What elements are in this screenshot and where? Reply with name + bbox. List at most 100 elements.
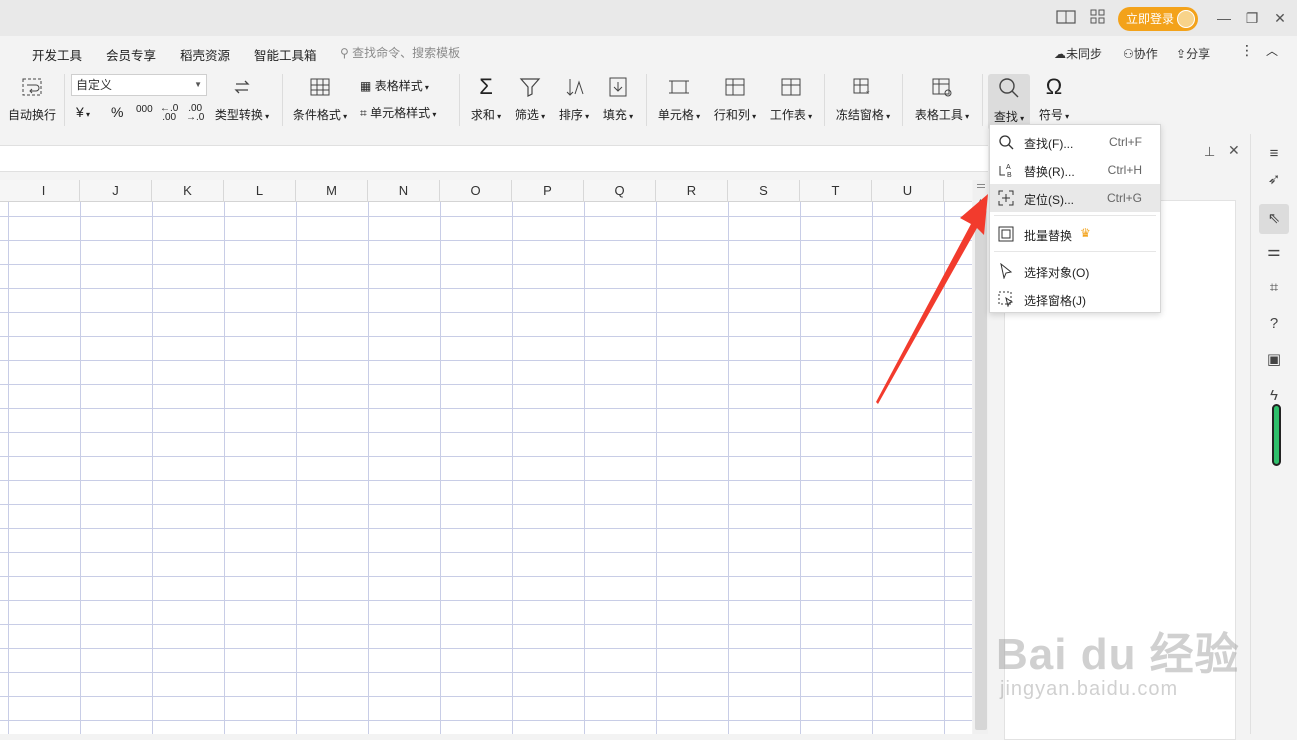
spreadsheet-grid[interactable]: I J K L M N O P Q R S T U <box>0 180 972 734</box>
column-header[interactable]: N <box>368 180 440 202</box>
table-tools-button[interactable]: 表格工具 ▾ <box>910 76 974 123</box>
collapse-ribbon-icon[interactable]: ︿ <box>1266 42 1278 59</box>
worksheet-icon <box>781 78 801 96</box>
close-pane-icon[interactable]: ✕ <box>1228 142 1240 159</box>
help-icon[interactable]: ? <box>1264 314 1284 334</box>
lightning-icon[interactable]: ϟ <box>1264 386 1284 406</box>
baidu-watermark: Bai du 经验 jingyan.baidu.com <box>996 590 1239 710</box>
formula-bar[interactable] <box>0 145 988 172</box>
sort-button[interactable]: 排序 ▾ <box>554 76 594 123</box>
sliders-icon[interactable]: ⚌ <box>1264 242 1284 262</box>
separator <box>982 74 983 126</box>
login-button[interactable]: 立即登录 <box>1118 7 1198 31</box>
sync-button[interactable]: ☁未同步 <box>1054 45 1102 62</box>
grid-hline <box>0 648 972 649</box>
pin-icon[interactable]: ⊥ <box>1204 144 1215 160</box>
filter-button[interactable]: 筛选 ▾ <box>510 76 550 123</box>
minimize-icon[interactable]: — <box>1214 8 1234 28</box>
column-header[interactable]: J <box>80 180 152 202</box>
batch-replace-menu-item[interactable]: 批量替换 ♛ <box>990 220 1160 248</box>
rocket-icon[interactable]: ➶ <box>1264 170 1284 190</box>
column-header[interactable]: O <box>440 180 512 202</box>
divider <box>994 215 1156 216</box>
symbol-button[interactable]: Ω 符号 ▾ <box>1034 76 1074 123</box>
currency-button[interactable]: ¥ ▾ <box>76 104 90 120</box>
percent-button[interactable]: % <box>111 104 123 120</box>
grid-vline <box>512 202 513 734</box>
grid-hline <box>0 384 972 385</box>
menu-docer[interactable]: 稻壳资源 <box>180 45 230 64</box>
grid-hline <box>0 240 972 241</box>
grid-hline <box>0 408 972 409</box>
command-search[interactable]: ⚲ 查找命令、搜索模板 <box>340 44 480 62</box>
menu-dev-tools[interactable]: 开发工具 <box>32 45 82 64</box>
grid-vline <box>584 202 585 734</box>
find-menu-item[interactable]: 查找(F)... Ctrl+F <box>990 128 1160 156</box>
svg-text:B: B <box>1007 172 1012 178</box>
cell-button[interactable]: 单元格 ▾ <box>654 76 704 123</box>
crop-icon[interactable]: ⌗ <box>1264 278 1284 298</box>
grid-hline <box>0 696 972 697</box>
cond-format-button[interactable]: 条件格式 ▾ <box>290 76 350 123</box>
row-col-button[interactable]: 行和列 ▾ <box>710 76 760 123</box>
grid-hline <box>0 504 972 505</box>
grid-vline <box>800 202 801 734</box>
title-bar: 立即登录 — ❐ ✕ <box>0 0 1297 36</box>
replace-menu-item[interactable]: AB 替换(R)... Ctrl+H <box>990 156 1160 184</box>
autowrap-icon <box>22 78 42 96</box>
search-icon <box>999 135 1014 150</box>
grid-hline <box>0 456 972 457</box>
autowrap-button[interactable]: 自动换行 <box>6 76 58 123</box>
row-col-icon <box>725 78 745 96</box>
thousands-button[interactable]: 000 <box>136 104 153 115</box>
menu-member[interactable]: 会员专享 <box>106 45 156 64</box>
column-header[interactable]: K <box>152 180 224 202</box>
menu-smart-toolbox[interactable]: 智能工具箱 <box>254 45 317 64</box>
column-header[interactable]: L <box>224 180 296 202</box>
funnel-icon <box>519 78 541 97</box>
grid-hline <box>0 480 972 481</box>
number-format-select[interactable]: 自定义 ▼ <box>71 74 207 96</box>
increase-decimal-icon[interactable]: ←.0.00 <box>160 104 178 123</box>
pointer-icon[interactable]: ⇖ <box>1259 204 1289 234</box>
convert-icon <box>234 80 250 94</box>
column-header[interactable]: I <box>8 180 80 202</box>
table-style-button[interactable]: ▦ 表格样式 ▾ <box>360 77 429 94</box>
sum-button[interactable]: Σ 求和 ▾ <box>466 76 506 123</box>
menu-lines-icon[interactable]: ≡ <box>1264 144 1284 164</box>
grid-vline <box>728 202 729 734</box>
cell-style-button[interactable]: ⌗ 单元格样式 ▾ <box>360 104 436 121</box>
separator <box>646 74 647 126</box>
close-window-icon[interactable]: ✕ <box>1270 8 1290 28</box>
type-convert-button[interactable]: 类型转换 ▾ <box>212 76 272 123</box>
magnifier-icon <box>999 78 1019 98</box>
select-objects-menu-item[interactable]: 选择对象(O) <box>990 257 1160 285</box>
grid-vline <box>224 202 225 734</box>
watermark-brand: Bai du 经验 <box>996 630 1240 679</box>
table-tools-icon <box>932 78 952 97</box>
column-header[interactable]: Q <box>584 180 656 202</box>
grid-vline <box>368 202 369 734</box>
separator <box>824 74 825 126</box>
column-header[interactable]: P <box>512 180 584 202</box>
fill-button[interactable]: 填充 ▾ <box>598 76 638 123</box>
column-header[interactable]: R <box>656 180 728 202</box>
image-edit-icon[interactable]: ▣ <box>1264 350 1284 370</box>
column-header[interactable]: S <box>728 180 800 202</box>
layout-icon[interactable] <box>1056 9 1076 27</box>
collab-button[interactable]: ⚇协作 <box>1123 45 1158 62</box>
more-icon[interactable]: ⋮ <box>1240 42 1254 59</box>
login-label: 立即登录 <box>1126 12 1175 26</box>
goto-menu-item[interactable]: 定位(S)... Ctrl+G <box>990 184 1160 212</box>
apps-grid-icon[interactable] <box>1089 9 1107 27</box>
share-button[interactable]: ⇪分享 <box>1176 45 1210 62</box>
decrease-decimal-icon[interactable]: .00 →.0 <box>186 104 204 123</box>
worksheet-button[interactable]: 工作表 ▾ <box>766 76 816 123</box>
find-button[interactable]: 查找 ▾ <box>988 74 1030 130</box>
restore-icon[interactable]: ❐ <box>1242 8 1262 28</box>
column-header[interactable]: M <box>296 180 368 202</box>
avatar-icon <box>1177 10 1195 28</box>
omega-icon: Ω <box>1045 74 1063 99</box>
freeze-button[interactable]: * 冻结窗格 ▾ <box>832 76 894 123</box>
selection-pane-menu-item[interactable]: 选择窗格(J) <box>990 285 1160 313</box>
